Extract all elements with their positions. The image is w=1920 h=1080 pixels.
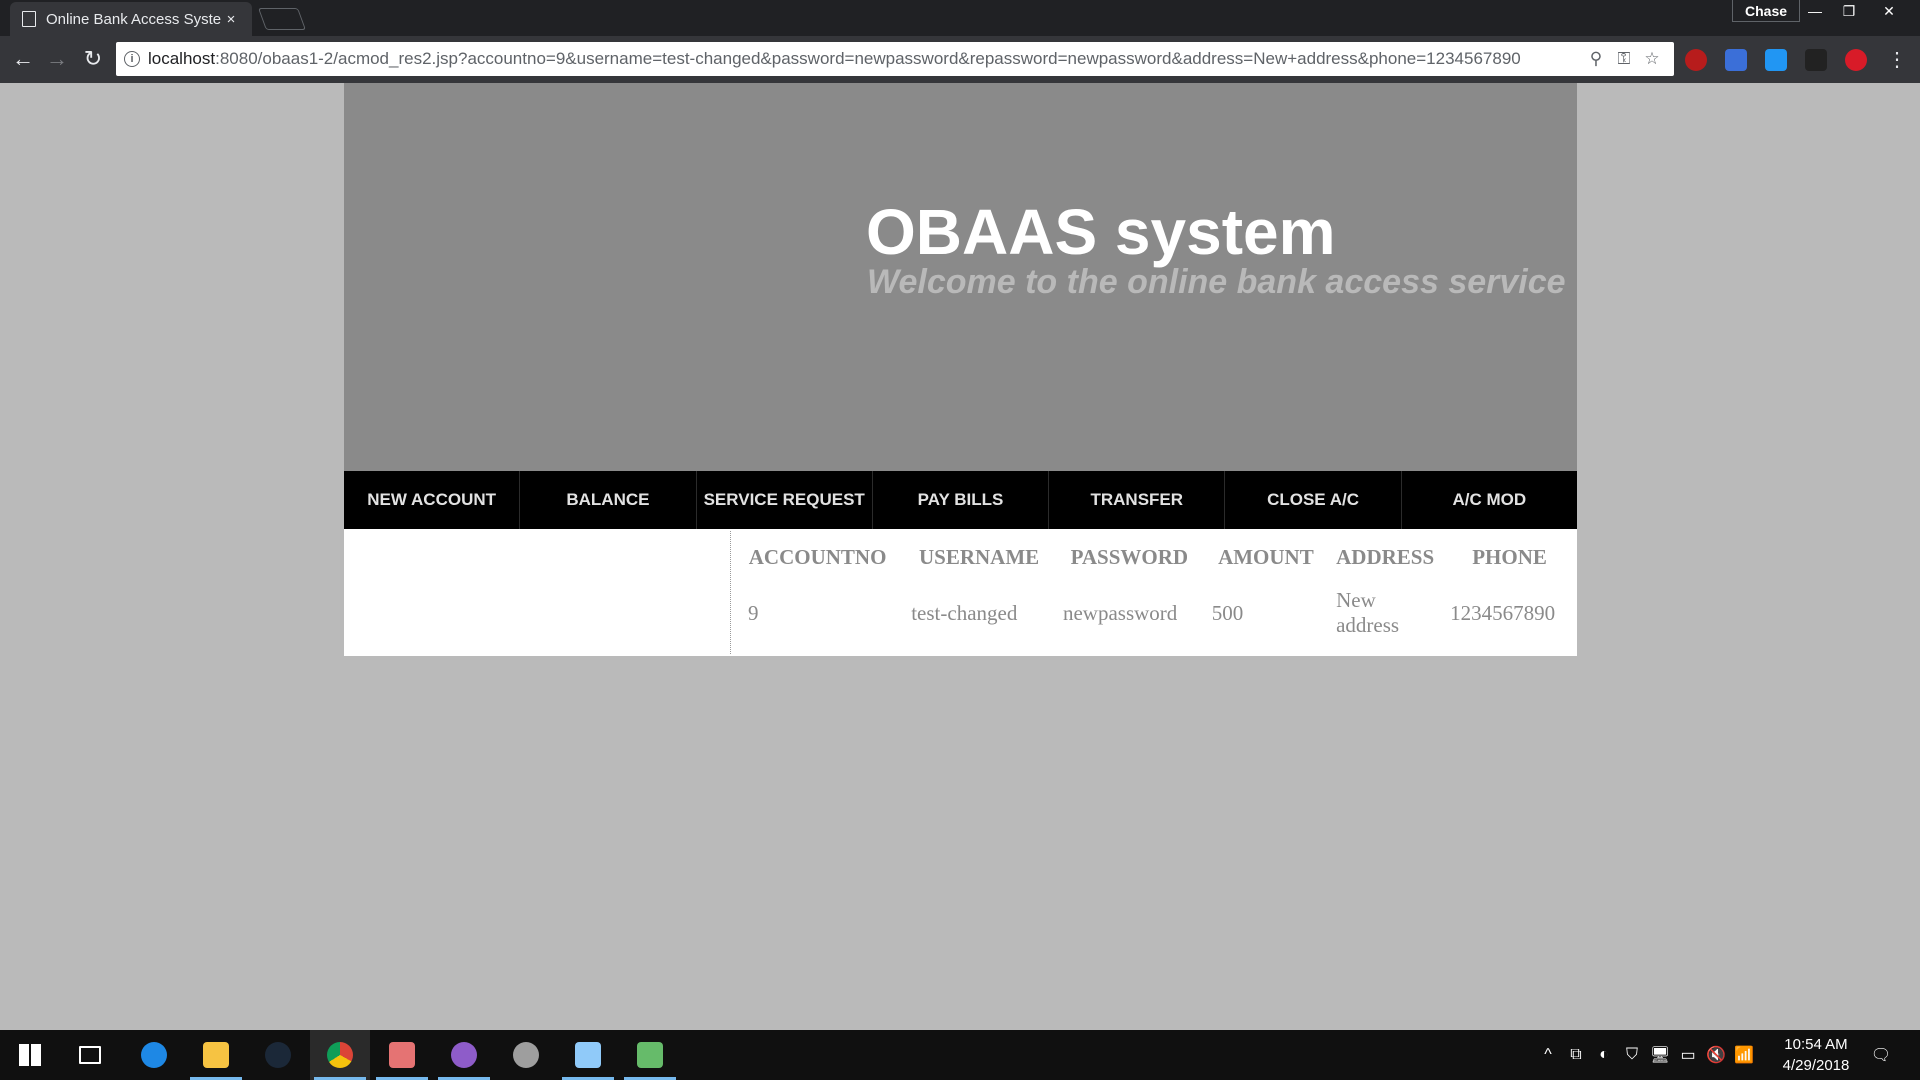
site-title: OBAAS system — [866, 196, 1336, 268]
cell-phone: 1234567890 — [1450, 600, 1556, 625]
steam-icon-glyph — [265, 1042, 291, 1068]
network-icon[interactable]: 🖥 — [1648, 1030, 1672, 1080]
extension-lightblue-icon[interactable] — [1765, 49, 1787, 71]
zoom-icon[interactable]: ⚲ — [1582, 45, 1610, 73]
menu-close-ac[interactable]: CLOSE A/C — [1225, 471, 1402, 529]
address-bar[interactable]: i localhost:8080/obaas1-2/acmod_res2.jsp… — [116, 42, 1674, 76]
menu-ac-mod[interactable]: A/C MOD — [1402, 471, 1577, 529]
profile-button[interactable]: Chase — [1732, 0, 1801, 22]
clock-time: 10:54 AM — [1784, 1036, 1848, 1053]
photos-icon[interactable] — [558, 1030, 618, 1080]
chrome-icon[interactable] — [310, 1030, 370, 1080]
account-table: ACCOUNTNO USERNAME PASSWORD AMOUNT ADDRE… — [732, 529, 1577, 650]
close-window-button[interactable]: ✕ — [1872, 0, 1906, 22]
settings-icon-glyph — [513, 1042, 539, 1068]
header-address: ADDRESS — [1336, 545, 1435, 569]
snipping-icon[interactable] — [372, 1030, 432, 1080]
ublock-icon[interactable] — [1685, 49, 1707, 71]
wifi-icon[interactable]: 📶 — [1732, 1030, 1756, 1080]
media-icon-glyph — [637, 1042, 663, 1068]
file-explorer-icon[interactable] — [186, 1030, 246, 1080]
cell-password: newpassword — [1062, 600, 1178, 625]
site-info-icon[interactable]: i — [124, 51, 140, 67]
url-text[interactable]: localhost:8080/obaas1-2/acmod_res2.jsp?a… — [148, 49, 1582, 69]
cell-amount: 500 — [1211, 600, 1244, 625]
file-explorer-icon-glyph — [203, 1042, 229, 1068]
table-header-row: ACCOUNTNO USERNAME PASSWORD AMOUNT ADDRE… — [732, 529, 1577, 580]
header-password: PASSWORD — [1070, 545, 1189, 569]
edge-icon-glyph — [141, 1042, 167, 1068]
header-banner: OBAAS system Welcome to the online bank … — [344, 83, 1577, 471]
forward-icon[interactable]: → — [42, 44, 72, 74]
sync-icon[interactable]: ◐ — [1592, 1030, 1616, 1080]
steam-icon[interactable] — [248, 1030, 308, 1080]
menu-balance[interactable]: BALANCE — [520, 471, 697, 529]
header-username: USERNAME — [919, 545, 1040, 569]
extension-dark-icon[interactable] — [1805, 49, 1827, 71]
tab-title: Online Bank Access Syste — [46, 10, 222, 28]
minimize-button[interactable]: — — [1798, 0, 1832, 22]
start-icon[interactable] — [0, 1030, 60, 1080]
browser-toolbar: ← → ↻ i localhost:8080/obaas1-2/acmod_re… — [0, 36, 1920, 83]
system-clock[interactable]: 10:54 AM 4/29/2018 — [1760, 1034, 1872, 1076]
chrome-icon-glyph — [327, 1042, 353, 1068]
url-host: localhost — [148, 49, 216, 68]
key-icon[interactable]: ⚿ — [1610, 45, 1638, 73]
new-tab-button[interactable] — [257, 8, 307, 30]
restore-button[interactable]: ❐ — [1832, 0, 1866, 22]
extension-blue-icon[interactable] — [1725, 49, 1747, 71]
table-row: 9 test-changed newpassword 500 New addre… — [732, 580, 1577, 650]
bookmark-star-icon[interactable]: ☆ — [1638, 45, 1666, 73]
media-icon[interactable] — [620, 1030, 680, 1080]
photos-icon-glyph — [575, 1042, 601, 1068]
snipping-icon-glyph — [389, 1042, 415, 1068]
site-subtitle: Welcome to the online bank access servic… — [867, 263, 1566, 301]
volume-muted-icon[interactable]: 🔇 — [1704, 1030, 1728, 1080]
browser-tab[interactable]: Online Bank Access Syste × — [10, 2, 252, 36]
chrome-menu-icon[interactable]: ⋮ — [1882, 44, 1912, 74]
page-container: OBAAS system Welcome to the online bank … — [344, 83, 1577, 656]
cell-username: test-changed — [911, 600, 1018, 625]
reload-icon[interactable]: ↻ — [78, 44, 108, 74]
header-amount: AMOUNT — [1218, 545, 1314, 569]
windows-taskbar: ^ ⧉ ◐ ⛉ 🖥 ▭ 🔇 📶 10:54 AM 4/29/2018 🗨 — [0, 1030, 1920, 1080]
content-divider — [730, 531, 731, 654]
show-hidden-icons[interactable]: ^ — [1536, 1030, 1560, 1080]
edge-icon[interactable] — [124, 1030, 184, 1080]
action-center-icon[interactable]: 🗨 — [1862, 1030, 1900, 1080]
browser-chrome: Online Bank Access Syste × Chase — ❐ ✕ ←… — [0, 0, 1920, 83]
task-view-icon[interactable] — [60, 1030, 120, 1080]
menu-transfer[interactable]: TRANSFER — [1049, 471, 1226, 529]
menu-pay-bills[interactable]: PAY BILLS — [873, 471, 1050, 529]
battery-icon[interactable]: ▭ — [1676, 1030, 1700, 1080]
extension-red-icon[interactable] — [1845, 49, 1867, 71]
github-desktop-icon-glyph — [451, 1042, 477, 1068]
content-area: ACCOUNTNO USERNAME PASSWORD AMOUNT ADDRE… — [344, 529, 1577, 656]
defender-icon[interactable]: ⛉ — [1620, 1030, 1644, 1080]
url-path: :8080/obaas1-2/acmod_res2.jsp?accountno=… — [215, 49, 1521, 68]
header-phone: PHONE — [1472, 545, 1547, 569]
back-icon[interactable]: ← — [8, 44, 38, 74]
tab-strip: Online Bank Access Syste × Chase — ❐ ✕ — [0, 0, 1920, 36]
tab-close-icon[interactable]: × — [222, 11, 240, 28]
cell-address: New address — [1336, 588, 1400, 637]
github-desktop-icon[interactable] — [434, 1030, 494, 1080]
menu-service-request[interactable]: SERVICE REQUEST — [697, 471, 873, 529]
menu-new-account[interactable]: NEW ACCOUNT — [344, 471, 521, 529]
start-icon-glyph — [19, 1044, 41, 1066]
settings-icon[interactable] — [496, 1030, 556, 1080]
page-icon — [22, 11, 36, 27]
cell-accountno: 9 — [748, 600, 759, 625]
task-view-icon-glyph — [79, 1046, 101, 1064]
tray-app-icon[interactable]: ⧉ — [1564, 1030, 1588, 1080]
main-menu: NEW ACCOUNT BALANCE SERVICE REQUEST PAY … — [344, 471, 1577, 529]
header-accountno: ACCOUNTNO — [748, 545, 887, 569]
clock-date: 4/29/2018 — [1782, 1057, 1850, 1074]
